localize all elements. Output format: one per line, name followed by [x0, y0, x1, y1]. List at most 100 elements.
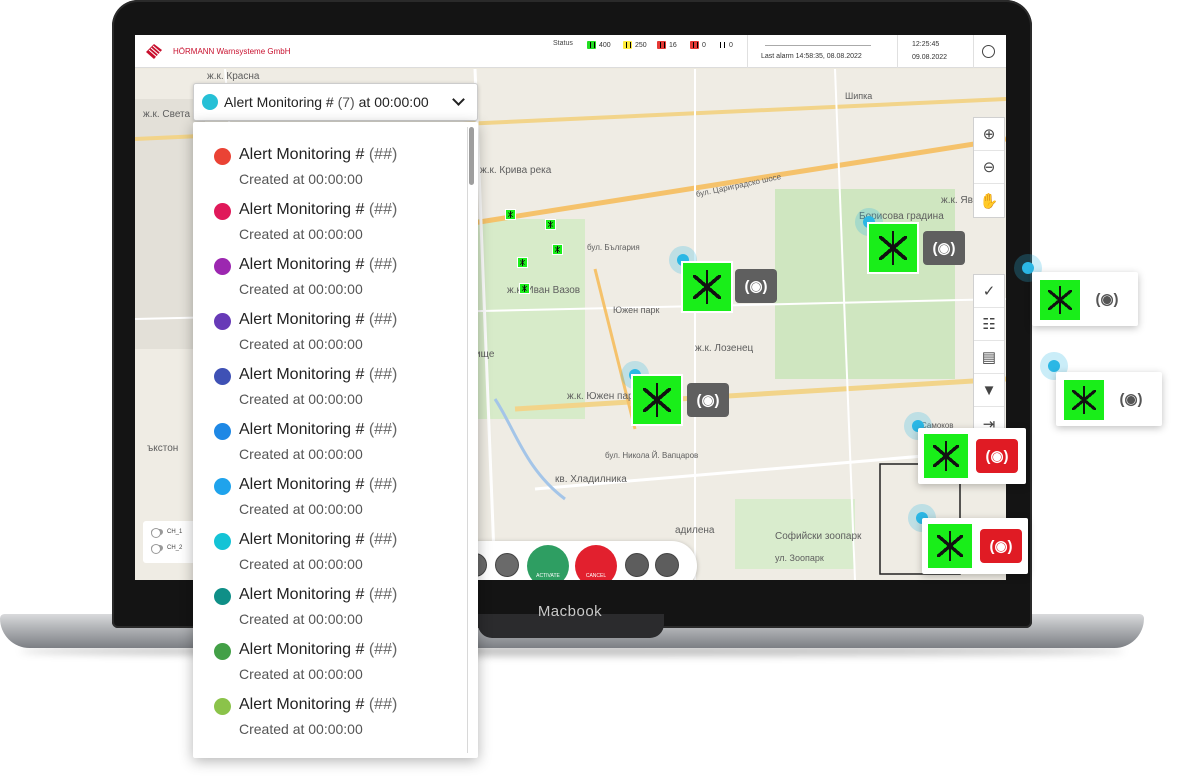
status-count: 0	[729, 41, 733, 49]
alert-item-name: Alert Monitoring #	[239, 421, 365, 438]
status-chip-offline[interactable]: 0	[717, 40, 733, 50]
header-divider	[897, 35, 898, 68]
filter-icon[interactable]: ▼	[974, 374, 1004, 407]
siren-marker	[926, 522, 974, 570]
alert-monitoring-item[interactable]: Alert Monitoring # (##) Created at 00:00:…	[193, 232, 463, 297]
alert-color-dot	[214, 313, 231, 330]
map-label: ж.к. Южен парк	[567, 391, 638, 402]
siren-marker	[1062, 378, 1106, 422]
map-label: кв. Хладилника	[555, 474, 627, 485]
activate-label: ACTIVATE	[536, 573, 560, 579]
siren-marker[interactable]	[545, 219, 556, 230]
alert-item-title: Alert Monitoring # (##)	[239, 696, 397, 714]
alert-monitoring-item[interactable]: Alert Monitoring # (##) Created at 00:00:…	[193, 617, 463, 682]
alert-item-hash: (##)	[368, 256, 398, 273]
alert-item-name: Alert Monitoring #	[239, 586, 365, 603]
siren-marker	[922, 432, 970, 480]
map-label: ж.к. Красна	[207, 71, 260, 82]
alert-item-title: Alert Monitoring # (##)	[239, 641, 397, 659]
siren-marker[interactable]	[867, 222, 919, 274]
broadcast-icon[interactable]: (◉)	[735, 269, 777, 303]
floating-siren-card[interactable]: (◉)	[1032, 272, 1138, 326]
map-tool-controls: ✓ ☷ ▤ ▼ ⇥	[973, 274, 1005, 441]
broadcast-icon[interactable]: (◉)	[687, 383, 729, 417]
alert-monitoring-item[interactable]: Alert Monitoring # (##) Created at 00:00:…	[193, 452, 463, 517]
alert-item-name: Alert Monitoring #	[239, 201, 365, 218]
status-chip-error[interactable]: 0	[690, 40, 706, 50]
alert-monitoring-select[interactable]: Alert Monitoring # (7) at 00:00:00	[193, 83, 478, 121]
check-circle-icon[interactable]: ✓	[974, 275, 1004, 308]
siren-alarm-icon	[657, 41, 666, 49]
siren-test-button[interactable]	[625, 553, 649, 577]
siren-grid-button[interactable]	[495, 553, 519, 577]
alert-item-hash: (##)	[368, 201, 398, 218]
siren-marker[interactable]	[517, 257, 528, 268]
cancel-button[interactable]: CANCEL	[575, 545, 617, 580]
siren-marker[interactable]	[552, 244, 563, 255]
floating-siren-card[interactable]: (◉)	[922, 518, 1028, 574]
status-chip-alarm[interactable]: 16	[657, 40, 677, 50]
map-label: бул. Никола Й. Вапцаров	[605, 451, 699, 460]
alert-color-dot	[214, 368, 231, 385]
alert-monitoring-item[interactable]: Alert Monitoring # (##) Created at 00:00:…	[193, 287, 463, 352]
map-label: ж.к. Иван Вазов	[507, 285, 581, 296]
cancel-label: CANCEL	[585, 573, 607, 579]
channel-toggle[interactable]: CH_1	[151, 528, 182, 538]
channel-toggle[interactable]: CH_2	[151, 544, 183, 554]
broadcast-icon[interactable]: (◉)	[923, 231, 965, 265]
alert-item-hash: (##)	[368, 311, 398, 328]
siren-icon	[1048, 286, 1072, 314]
alert-item-title: Alert Monitoring # (##)	[239, 476, 397, 494]
map-label: Шипка	[845, 91, 873, 101]
siren-marker[interactable]	[519, 283, 530, 294]
siren-pulse	[1048, 360, 1060, 372]
laptop-brand-label: Macbook	[537, 603, 603, 620]
map-zoom-controls: ⊕ ⊖ ✋	[973, 117, 1005, 218]
siren-marker[interactable]	[681, 261, 733, 313]
alert-monitoring-item[interactable]: Alert Monitoring # (##) Created at 00:00:…	[193, 507, 463, 572]
sliders-icon[interactable]: ☷	[974, 308, 1004, 341]
siren-reset-button[interactable]	[655, 553, 679, 577]
alert-color-dot	[214, 258, 231, 275]
alert-monitoring-item[interactable]: Alert Monitoring # (##) Created at 00:00:…	[193, 562, 463, 627]
alert-monitoring-list: Alert Monitoring # (##) Created at 00:00:…	[193, 122, 478, 758]
channel-label: CH_2	[167, 545, 183, 551]
zoom-in-icon[interactable]: ⊕	[974, 118, 1004, 151]
alert-item-hash: (##)	[368, 696, 398, 713]
list-scrollbar[interactable]	[467, 127, 474, 753]
zoom-out-icon[interactable]: ⊖	[974, 151, 1004, 184]
map-label: ж.к. Кривa река	[480, 165, 552, 176]
alert-item-title: Alert Monitoring # (##)	[239, 421, 397, 439]
scrollbar-thumb[interactable]	[469, 127, 474, 185]
alert-monitoring-item[interactable]: Alert Monitoring # (##) Created at 00:00:…	[193, 342, 463, 407]
siren-marker[interactable]	[631, 374, 683, 426]
language-globe-icon[interactable]	[982, 45, 995, 58]
alert-item-hash: (##)	[368, 586, 398, 603]
alert-select-name: Alert Monitoring #	[224, 94, 334, 110]
floating-siren-card[interactable]: (◉)	[1056, 372, 1162, 426]
alert-monitoring-item[interactable]: Alert Monitoring # (##) Created at 00:00:…	[193, 177, 463, 242]
alert-monitoring-item[interactable]: Alert Monitoring # (##) Created at 00:00:…	[193, 397, 463, 462]
alert-select-count: (7)	[337, 94, 355, 110]
alert-item-hash: (##)	[368, 531, 398, 548]
siren-icon	[878, 231, 908, 265]
status-chip-warning[interactable]: 250	[623, 40, 647, 50]
pan-hand-icon[interactable]: ✋	[974, 184, 1004, 217]
siren-warning-icon	[623, 41, 632, 49]
alert-monitoring-item[interactable]: Alert Monitoring # (##) Created at 00:00:…	[193, 122, 463, 187]
alert-item-name: Alert Monitoring #	[239, 146, 365, 163]
activate-button[interactable]: ACTIVATE	[527, 545, 569, 580]
siren-marker[interactable]	[505, 209, 516, 220]
map-icon[interactable]: ▤	[974, 341, 1004, 374]
chevron-down-icon	[452, 93, 465, 106]
map-label: ул. Зоопарк	[775, 553, 824, 563]
alert-item-title: Alert Monitoring # (##)	[239, 531, 397, 549]
siren-icon	[554, 246, 561, 253]
alert-color-dot	[202, 94, 218, 110]
map-label: ъкстон	[147, 443, 179, 454]
status-chip-ok[interactable]: 400	[587, 40, 611, 50]
floating-siren-card[interactable]: (◉)	[918, 428, 1026, 484]
alert-item-name: Alert Monitoring #	[239, 641, 365, 658]
current-time: 12:25:45	[912, 41, 940, 48]
alert-monitoring-item[interactable]: Alert Monitoring # (##) Created at 00:00:…	[193, 672, 463, 737]
